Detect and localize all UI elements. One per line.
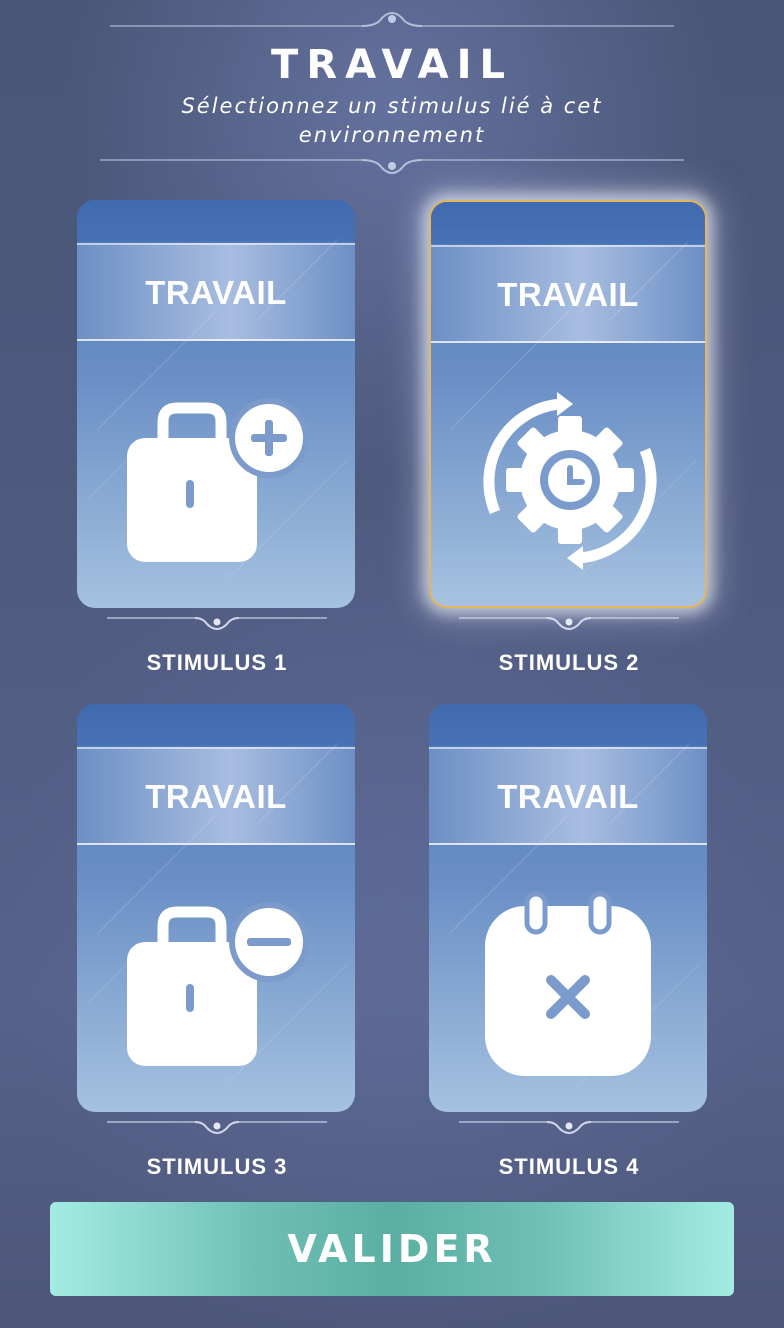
card-category-label: TRAVAIL: [497, 778, 639, 815]
card-top-bar: [431, 202, 705, 244]
card-face[interactable]: TRAVAIL: [77, 704, 355, 1112]
card-category-label: TRAVAIL: [145, 274, 287, 311]
card-top-bar: [77, 704, 355, 746]
page-subtitle: Sélectionnez un stimulus lié à cet envir…: [181, 94, 603, 147]
gear-clock-cycle-icon: [483, 392, 657, 570]
card-connector: [459, 617, 679, 630]
card-face[interactable]: TRAVAIL: [77, 200, 355, 608]
card-top-bar: [429, 704, 707, 746]
briefcase-minus-icon: [127, 902, 309, 1066]
stimulus-label: STIMULUS 2: [498, 650, 640, 675]
stimulus-card-3[interactable]: TRAVAIL STIMULUS 3: [77, 704, 357, 1179]
card-face[interactable]: TRAVAIL: [429, 200, 707, 608]
card-category-label: TRAVAIL: [497, 276, 639, 313]
stimulus-card-2[interactable]: TRAVAIL STIMULUS 2: [429, 200, 709, 675]
bottom-ornament: [100, 159, 684, 174]
calendar-cancel-icon: [485, 891, 651, 1076]
stimulus-label: STIMULUS 1: [146, 650, 288, 675]
briefcase-plus-icon: [127, 398, 309, 562]
card-category-label: TRAVAIL: [145, 778, 287, 815]
card-face[interactable]: TRAVAIL: [429, 704, 707, 1112]
top-ornament: [110, 12, 674, 27]
stimulus-label: STIMULUS 4: [498, 1154, 640, 1179]
stimulus-label: STIMULUS 3: [146, 1154, 288, 1179]
stimulus-card-1[interactable]: TRAVAIL STIMULUS 1: [77, 200, 357, 675]
page-title: TRAVAIL: [271, 42, 513, 88]
stimulus-card-4[interactable]: TRAVAIL STIMULUS 4: [429, 704, 709, 1179]
screen-header: TRAVAIL Sélectionnez un stimulus lié à c…: [0, 0, 784, 190]
card-connector: [107, 1121, 327, 1134]
card-connector: [459, 1121, 679, 1134]
validate-button[interactable]: VALIDER: [50, 1202, 734, 1296]
card-connector: [107, 617, 327, 630]
card-top-bar: [77, 200, 355, 242]
